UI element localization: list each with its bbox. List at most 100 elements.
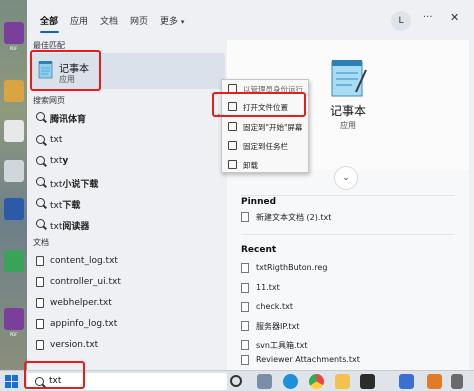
desktop-app-icon[interactable] xyxy=(4,80,24,102)
pinned-file-label: 新建文本文档 (2).txt xyxy=(256,213,332,222)
desktop-pdf-icon[interactable] xyxy=(4,308,24,330)
highlight-box-search xyxy=(24,361,85,389)
document-item[interactable]: content_log.txt xyxy=(31,251,225,271)
tab-documents[interactable]: 文档 xyxy=(100,14,118,27)
divider xyxy=(241,195,455,196)
notepad-icon xyxy=(331,60,367,97)
more-options-icon[interactable]: ··· xyxy=(423,12,433,23)
tab-apps[interactable]: 应用 xyxy=(70,14,88,27)
search-icon xyxy=(36,198,45,208)
desktop-background: PDF PDF xyxy=(0,0,27,370)
highlight-box-open-location xyxy=(212,92,306,117)
desktop-app-icon[interactable] xyxy=(4,160,24,182)
close-icon[interactable]: ✕ xyxy=(450,11,459,24)
chevron-down-icon: ▾ xyxy=(180,18,185,26)
desktop-word-icon[interactable] xyxy=(4,198,24,220)
task-view-icon[interactable] xyxy=(230,375,242,387)
pin-icon xyxy=(228,141,237,150)
start-search-panel: 全部 应用 文档 网页 更多 ▾ L ··· ✕ 最佳匹配 记事本 应用 搜索网… xyxy=(27,0,474,370)
document-icon xyxy=(36,298,45,308)
app-icon[interactable] xyxy=(451,374,463,389)
file-icon xyxy=(241,302,249,312)
document-icon xyxy=(36,319,45,329)
app-icon[interactable] xyxy=(399,374,414,389)
recent-file-label: check.txt xyxy=(256,302,293,311)
menu-item-label: 卸载 xyxy=(243,161,258,170)
document-icon xyxy=(36,256,45,266)
tab-bar: 全部 应用 文档 网页 更多 ▾ L ··· ✕ xyxy=(27,0,474,40)
document-item[interactable]: controller_ui.txt xyxy=(31,272,225,292)
recent-file-label: Reviewer Attachments.txt xyxy=(256,355,360,364)
terminal-icon[interactable] xyxy=(360,374,375,389)
recent-file-label: txtRigthButon.reg xyxy=(256,263,328,272)
web-result-item[interactable]: txt xyxy=(31,130,225,150)
file-icon xyxy=(241,263,249,273)
search-icon xyxy=(36,156,45,166)
desktop-app-icon[interactable] xyxy=(4,120,24,142)
document-item[interactable]: version.txt xyxy=(31,335,225,355)
documents-heading: 文档 xyxy=(33,238,49,247)
windows-start-icon[interactable] xyxy=(5,375,18,388)
recent-file-label: svn工具箱.txt xyxy=(256,341,308,350)
document-icon xyxy=(36,340,45,350)
app-icon[interactable] xyxy=(427,374,442,389)
pinned-heading: Pinned xyxy=(241,197,277,207)
search-icon xyxy=(36,219,45,229)
menu-item-uninstall[interactable]: 卸载 xyxy=(222,156,310,173)
document-item[interactable]: appinfo_log.txt xyxy=(31,314,225,334)
file-icon xyxy=(241,283,249,293)
highlight-box-best-match xyxy=(30,50,101,91)
tab-all[interactable]: 全部 xyxy=(40,14,58,27)
chrome-browser-icon[interactable] xyxy=(309,374,324,389)
document-icon xyxy=(36,277,45,287)
desktop-label: PDF xyxy=(9,46,18,51)
web-result-item[interactable]: 腾讯体育 › xyxy=(31,107,225,127)
recent-file-label: 11.txt xyxy=(256,283,280,292)
document-label: appinfo_log.txt xyxy=(50,319,118,329)
document-label: controller_ui.txt xyxy=(50,277,121,287)
search-icon xyxy=(36,112,45,122)
web-result-label: txt小说下载 xyxy=(50,180,99,190)
web-result-item[interactable]: txt阅读器 xyxy=(31,214,225,234)
web-search-heading: 搜索网页 xyxy=(33,96,65,105)
web-result-item[interactable]: txt小说下载 xyxy=(31,172,225,192)
active-tab-indicator xyxy=(40,31,59,33)
pin-icon xyxy=(228,122,237,131)
expand-actions-button[interactable]: ⌄ xyxy=(334,166,358,190)
menu-item-pin-to-start[interactable]: 固定到"开始"屏幕 xyxy=(222,118,310,135)
file-icon xyxy=(241,355,249,365)
web-result-label: txt下载 xyxy=(50,201,81,211)
trash-icon xyxy=(228,160,237,169)
search-icon xyxy=(36,135,45,145)
document-label: webhelper.txt xyxy=(50,298,112,308)
tab-more[interactable]: 更多 ▾ xyxy=(160,14,184,27)
menu-item-label: 固定到"开始"屏幕 xyxy=(243,123,303,132)
edge-browser-icon[interactable] xyxy=(283,374,298,389)
tab-web[interactable]: 网页 xyxy=(130,14,148,27)
document-label: version.txt xyxy=(50,340,99,350)
web-result-label: txt xyxy=(50,135,63,145)
search-icon xyxy=(36,177,45,187)
desktop-label: PDF xyxy=(9,332,18,337)
desktop-app-icon[interactable] xyxy=(4,250,24,272)
web-result-label: txty xyxy=(50,156,69,166)
apps-icon[interactable] xyxy=(257,374,272,389)
desktop-pdf-icon[interactable] xyxy=(4,22,24,44)
divider xyxy=(241,234,455,235)
file-icon xyxy=(241,321,249,331)
document-label: content_log.txt xyxy=(50,256,118,266)
web-result-label: txt阅读器 xyxy=(50,222,90,232)
document-item[interactable]: webhelper.txt xyxy=(31,293,225,313)
file-icon xyxy=(241,340,249,350)
tab-more-label: 更多 xyxy=(160,17,179,27)
web-result-label: 腾讯体育 xyxy=(50,115,87,125)
web-result-item[interactable]: txt下载 xyxy=(31,193,225,213)
file-icon xyxy=(241,212,249,222)
avatar[interactable]: L xyxy=(391,11,411,31)
recent-heading: Recent xyxy=(241,245,277,255)
menu-item-label: 固定到任务栏 xyxy=(243,142,288,151)
web-result-item[interactable]: txty xyxy=(31,151,225,171)
recent-file-label: 服务器IP.txt xyxy=(256,322,300,331)
file-explorer-icon[interactable] xyxy=(335,374,350,389)
menu-item-pin-to-taskbar[interactable]: 固定到任务栏 xyxy=(222,137,310,154)
